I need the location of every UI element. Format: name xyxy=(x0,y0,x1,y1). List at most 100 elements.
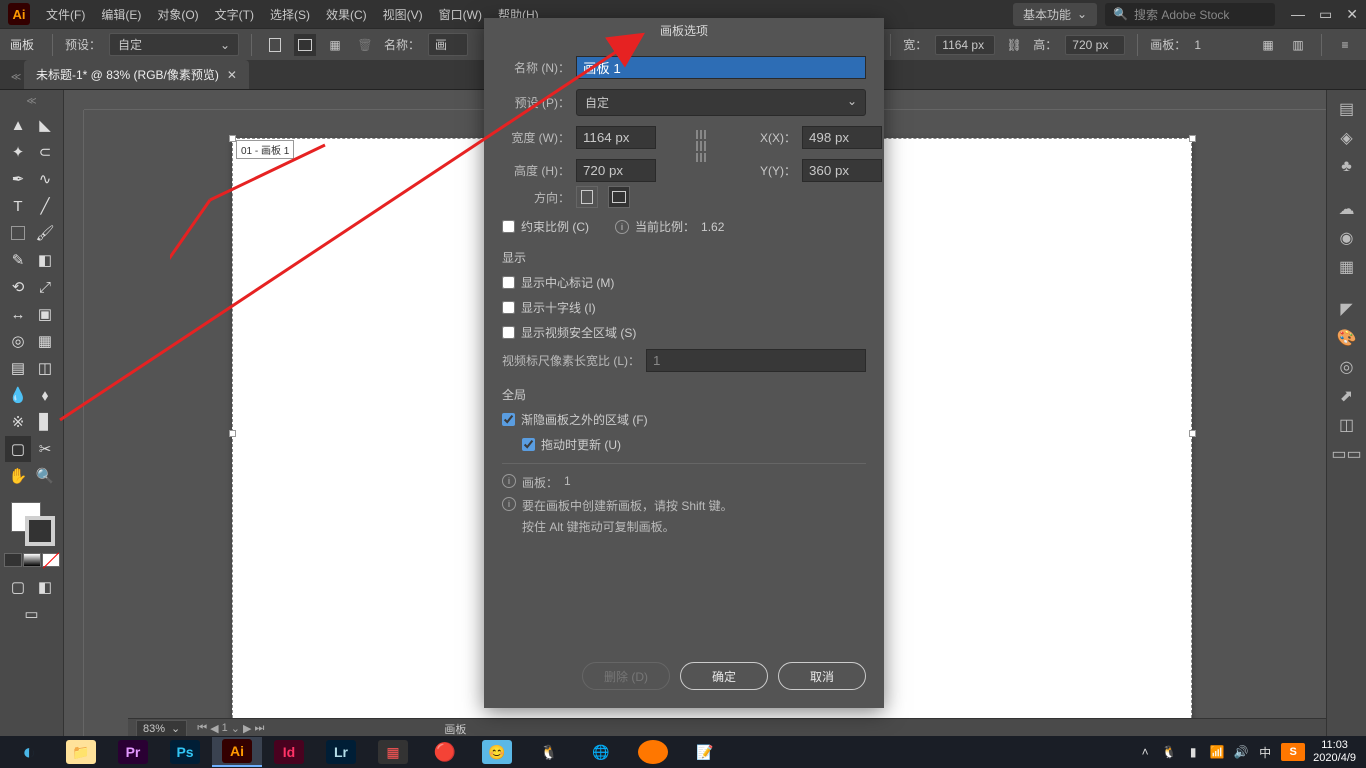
lasso-tool[interactable]: ⊂ xyxy=(32,139,58,165)
blend-tool[interactable]: ⬧ xyxy=(32,382,58,408)
eraser-tool[interactable]: ◧ xyxy=(32,247,58,273)
tray-battery-icon[interactable]: ▮ xyxy=(1185,744,1201,760)
show-video-checkbox[interactable] xyxy=(502,326,515,339)
fade-outside-checkbox[interactable] xyxy=(502,413,515,426)
minimize-icon[interactable]: — xyxy=(1291,6,1305,23)
dlg-height-input[interactable] xyxy=(576,159,656,182)
libraries-panel-icon[interactable]: ♣ xyxy=(1334,154,1360,180)
artboard-name-field[interactable]: 画 xyxy=(428,33,468,56)
tray-up-icon[interactable]: ˄ xyxy=(1137,744,1153,760)
menu-effect[interactable]: 效果(C) xyxy=(320,2,373,27)
link-dimensions-icon[interactable]: ⛓ xyxy=(1003,34,1025,56)
eyedropper-tool[interactable]: 💧 xyxy=(5,382,31,408)
taskbar-notepad[interactable]: 📝 xyxy=(680,737,730,767)
color-mode-none[interactable] xyxy=(42,553,60,567)
resize-handle-e[interactable] xyxy=(1189,430,1196,437)
workspace-switcher[interactable]: 基本功能 ⌄ xyxy=(1013,3,1097,26)
menu-file[interactable]: 文件(F) xyxy=(40,2,91,27)
nav-first-icon[interactable]: ⏮ xyxy=(197,722,207,735)
menu-object[interactable]: 对象(O) xyxy=(151,2,204,27)
taskbar-app-2[interactable]: 🔴 xyxy=(420,737,470,767)
maximize-icon[interactable]: ▭ xyxy=(1319,6,1332,23)
taskbar-premiere[interactable]: Pr xyxy=(108,737,158,767)
tray-wifi-icon[interactable]: 📶 xyxy=(1209,744,1225,760)
tab-close-icon[interactable]: ✕ xyxy=(227,68,237,82)
taskbar-chrome[interactable]: 🌐 xyxy=(576,737,626,767)
dlg-ok-button[interactable]: 确定 xyxy=(680,662,768,690)
dlg-name-input[interactable] xyxy=(576,56,866,79)
direct-selection-tool[interactable]: ◣ xyxy=(32,112,58,138)
menu-window[interactable]: 窗口(W) xyxy=(433,2,488,27)
screen-mode-button[interactable]: ▭ xyxy=(19,601,45,627)
properties-panel-icon[interactable]: ▤ xyxy=(1334,96,1360,122)
draw-mode-behind[interactable]: ◧ xyxy=(32,574,58,600)
show-cross-checkbox[interactable] xyxy=(502,301,515,314)
gradient-tool[interactable]: ◫ xyxy=(32,355,58,381)
draw-mode-normal[interactable]: ▢ xyxy=(5,574,31,600)
zoom-tool[interactable]: 🔍 xyxy=(32,463,58,489)
width-tool[interactable]: ↔ xyxy=(5,301,31,327)
taskbar-app-3[interactable]: 😊 xyxy=(472,737,522,767)
menu-edit[interactable]: 编辑(E) xyxy=(95,2,147,27)
taskbar-illustrator[interactable]: Ai xyxy=(212,737,262,767)
nav-current[interactable]: 1 xyxy=(222,722,228,735)
mesh-tool[interactable]: ▤ xyxy=(5,355,31,381)
ruler-vertical[interactable] xyxy=(64,110,84,738)
panel-menu-icon[interactable]: ≡ xyxy=(1334,34,1356,56)
taskbar-lightroom[interactable]: Lr xyxy=(316,737,366,767)
dlg-portrait-button[interactable] xyxy=(576,186,598,208)
taskbar-app-4[interactable] xyxy=(628,737,678,767)
type-tool[interactable]: T xyxy=(5,193,31,219)
taskbar-indesign[interactable]: Id xyxy=(264,737,314,767)
new-artboard-button[interactable]: ▦ xyxy=(324,34,346,56)
dlg-width-input[interactable] xyxy=(576,126,656,149)
fill-stroke-swatch[interactable] xyxy=(9,500,55,548)
nav-prev-icon[interactable]: ◀ xyxy=(210,722,218,735)
preset-dropdown[interactable]: 自定⌄ xyxy=(109,33,239,56)
panel-toggle[interactable]: ≪ xyxy=(10,65,22,89)
close-icon[interactable]: ✕ xyxy=(1346,6,1358,23)
width-input[interactable]: 1164 px xyxy=(935,35,995,55)
transparency-panel-icon[interactable]: ◫ xyxy=(1334,412,1360,438)
menu-view[interactable]: 视图(V) xyxy=(377,2,429,27)
artboard-tool[interactable]: ▢ xyxy=(5,436,31,462)
layers-panel-icon[interactable]: ◈ xyxy=(1334,125,1360,151)
show-center-checkbox[interactable] xyxy=(502,276,515,289)
shape-builder-tool[interactable]: ◎ xyxy=(5,328,31,354)
document-tab[interactable]: 未标题-1* @ 83% (RGB/像素预览) ✕ xyxy=(24,60,249,89)
orientation-portrait-button[interactable] xyxy=(264,34,286,56)
paintbrush-tool[interactable]: 🖌 xyxy=(32,220,58,246)
taskbar-explorer[interactable]: 📁 xyxy=(56,737,106,767)
transform-panel-icon[interactable]: ⬈ xyxy=(1334,383,1360,409)
tray-clock[interactable]: 11:03 2020/4/9 xyxy=(1313,739,1356,765)
resize-handle-w[interactable] xyxy=(229,430,236,437)
taskbar-app-1[interactable]: ▦ xyxy=(368,737,418,767)
tray-qq-icon[interactable]: 🐧 xyxy=(1161,744,1177,760)
selection-tool[interactable]: ▲ xyxy=(5,112,31,138)
resize-handle-ne[interactable] xyxy=(1189,135,1196,142)
dlg-cancel-button[interactable]: 取消 xyxy=(778,662,866,690)
color-mode-gradient[interactable] xyxy=(23,553,41,567)
pen-tool[interactable]: ✒ xyxy=(5,166,31,192)
color-panel-icon[interactable]: ◉ xyxy=(1334,225,1360,251)
menu-text[interactable]: 文字(T) xyxy=(209,2,260,27)
nav-last-icon[interactable]: ⏭ xyxy=(254,722,264,735)
nav-next-icon[interactable]: ▶ xyxy=(243,722,251,735)
color-mode-solid[interactable] xyxy=(4,553,22,567)
document-setup-icon[interactable]: ▦ xyxy=(1257,34,1279,56)
tray-sogou-icon[interactable]: S xyxy=(1281,743,1305,761)
scale-tool[interactable]: ⤢ xyxy=(32,274,58,300)
height-input[interactable]: 720 px xyxy=(1065,35,1125,55)
delete-artboard-button[interactable]: 🗑 xyxy=(354,34,376,56)
toolbox-handle[interactable]: ≪ xyxy=(26,96,36,107)
stock-search-input[interactable]: 🔍 搜索 Adobe Stock xyxy=(1105,3,1275,26)
hand-tool[interactable]: ✋ xyxy=(5,463,31,489)
shaper-tool[interactable]: ✎ xyxy=(5,247,31,273)
zoom-dropdown[interactable]: 83%⌄ xyxy=(136,720,187,737)
dlg-x-input[interactable] xyxy=(802,126,882,149)
line-tool[interactable]: ╱ xyxy=(32,193,58,219)
preferences-icon[interactable]: ▥ xyxy=(1287,34,1309,56)
cc-panel-icon[interactable]: ☁ xyxy=(1334,196,1360,222)
rotate-tool[interactable]: ⟲ xyxy=(5,274,31,300)
symbol-sprayer-tool[interactable]: ※ xyxy=(5,409,31,435)
